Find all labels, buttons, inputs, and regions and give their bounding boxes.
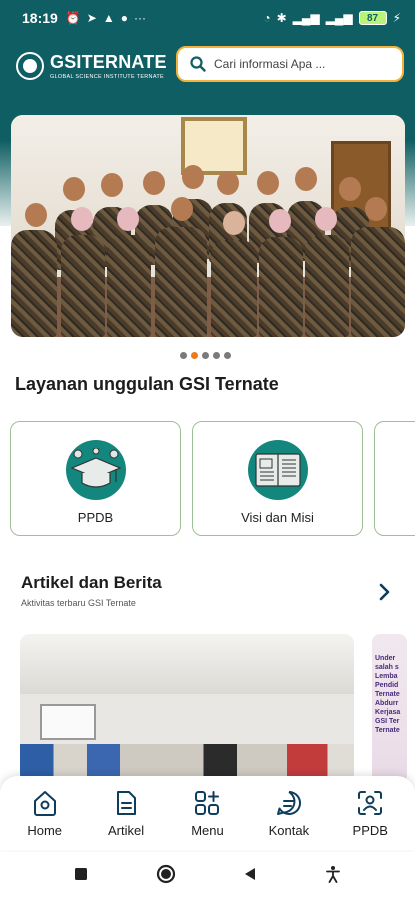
charging-icon: ⚡ [392, 11, 401, 25]
logo-brand: GSITERNATE [50, 52, 167, 72]
articles-section-title: Artikel dan Berita [21, 573, 162, 592]
carousel-dot-active[interactable] [191, 352, 198, 359]
search-input[interactable] [214, 57, 384, 71]
articles-section-subtitle: Aktivitas terbaru GSI Ternate [21, 598, 136, 608]
contact-icon [276, 790, 301, 815]
chevron-right-icon[interactable] [376, 582, 394, 602]
carousel-banner-image[interactable] [11, 115, 405, 337]
carousel-indicator [180, 352, 231, 359]
status-system-icons: ◔ ✱ ▂▄▆ ▂▄▆ 87 ⚡ [263, 11, 401, 25]
search-bar[interactable] [176, 46, 404, 82]
nav-item-menu[interactable]: Menu [172, 789, 242, 838]
recent-apps-button[interactable] [74, 867, 88, 886]
article-card-image[interactable] [20, 634, 354, 784]
system-navigation-bar [0, 852, 415, 900]
status-bar: 18:19 ⏰ ➤ ▲ ● ··· ◔ ✱ ▂▄▆ ▂▄▆ 87 ⚡ [0, 0, 415, 36]
logo-subtitle: GLOBAL SCIENCE INSTITUTE TERNATE [50, 74, 165, 80]
back-button[interactable] [243, 867, 257, 886]
bottom-navigation: Home Artikel Menu Kontak PPDB [0, 776, 415, 850]
nav-item-ppdb[interactable]: PPDB [335, 789, 405, 838]
nav-label: Menu [191, 822, 224, 838]
service-card-visi-misi[interactable]: Visi dan Misi [192, 421, 363, 536]
app-logo[interactable]: GSITERNATE GLOBAL SCIENCE INSTITUTE TERN… [16, 52, 167, 80]
telegram-icon: ➤ [86, 11, 97, 25]
more-icon: ··· [133, 11, 146, 25]
nav-label: Kontak [268, 822, 310, 838]
menu-grid-icon [195, 790, 220, 815]
article-icon [117, 790, 137, 815]
carousel-dot[interactable] [213, 352, 220, 359]
service-card-label: Visi dan Misi [241, 510, 314, 525]
carousel-dot[interactable] [224, 352, 231, 359]
messenger-icon: ● [120, 11, 128, 25]
nav-item-kontak[interactable]: Kontak [254, 789, 324, 838]
carousel-dot[interactable] [180, 352, 187, 359]
nav-item-artikel[interactable]: Artikel [91, 789, 161, 838]
battery-icon: 87 [358, 11, 387, 25]
article-card-image-partial[interactable]: Under salah s Lemba Pendid Ternate Abdur… [372, 634, 407, 784]
face-scan-icon [358, 790, 383, 815]
graduation-cap-icon [65, 440, 126, 500]
home-button[interactable] [156, 864, 176, 889]
nav-label: Home [27, 822, 63, 838]
home-icon [33, 790, 56, 816]
service-card-label: PPDB [77, 510, 114, 525]
logo-emblem-icon [16, 52, 44, 80]
status-time: 18:19 [22, 10, 58, 26]
nav-label: PPDB [352, 822, 388, 838]
status-notification-icons: ⏰ ➤ ▲ ● ··· [66, 11, 146, 25]
carousel-dot[interactable] [202, 352, 209, 359]
alarm-icon: ⏰ [65, 11, 81, 25]
nav-label: Artikel [108, 822, 145, 838]
search-icon [190, 56, 206, 72]
accessibility-icon[interactable] [325, 865, 341, 888]
wifi-icon: ◔ [263, 11, 271, 25]
bluetooth-icon: ✱ [276, 11, 287, 25]
open-book-icon [247, 440, 308, 500]
service-card-ppdb[interactable]: PPDB [10, 421, 181, 536]
services-section-title: Layanan unggulan GSI Ternate [15, 374, 279, 394]
nav-item-home[interactable]: Home [10, 789, 80, 838]
notification-icon: ▲ [102, 11, 115, 25]
signal-icon-2: ▂▄▆ [325, 11, 353, 25]
service-card-partial[interactable] [374, 421, 415, 536]
signal-icon: ▂▄▆ [292, 11, 320, 25]
